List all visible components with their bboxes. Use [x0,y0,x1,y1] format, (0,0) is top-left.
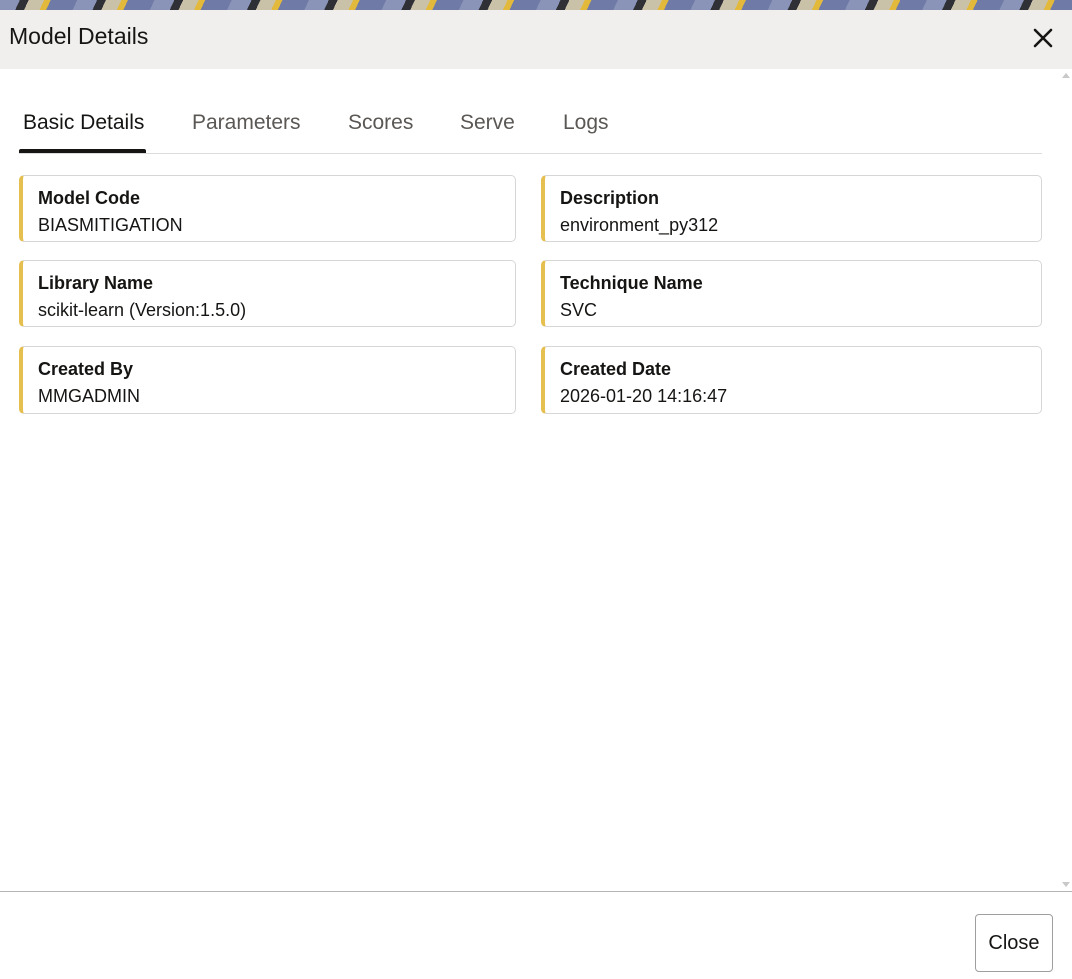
detail-card-library-name: Library Name scikit-learn (Version:1.5.0… [19,260,516,327]
tab-serve[interactable]: Serve [460,111,515,135]
dialog-title: Model Details [9,23,149,49]
detail-card-description: Description environment_py312 [541,175,1042,242]
close-button[interactable]: Close [975,914,1053,972]
footer-divider [0,891,1072,892]
scroll-up-arrow[interactable] [1062,73,1070,78]
detail-label: Model Code [38,188,140,208]
tab-basic-details[interactable]: Basic Details [23,111,144,135]
detail-card-created-date: Created Date 2026-01-20 14:16:47 [541,346,1042,414]
tab-logs[interactable]: Logs [563,111,609,135]
dialog-header: Model Details [0,10,1072,69]
detail-label: Library Name [38,273,154,293]
detail-value: MMGADMIN [38,386,140,406]
active-tab-indicator [19,149,146,153]
close-icon[interactable] [1030,25,1056,51]
detail-value: scikit-learn (Version:1.5.0) [38,300,247,320]
detail-card-created-by: Created By MMGADMIN [19,346,516,414]
detail-label: Created Date [560,359,672,379]
tab-bar: Basic Details Parameters Scores Serve Lo… [19,96,1042,154]
detail-value: BIASMITIGATION [38,215,183,235]
detail-value: environment_py312 [560,215,719,235]
detail-label: Created By [38,359,134,379]
detail-label: Technique Name [560,273,703,293]
detail-value: 2026-01-20 14:16:47 [560,386,728,406]
tab-scores[interactable]: Scores [348,111,413,135]
background-banner [0,0,1072,10]
detail-card-model-code: Model Code BIASMITIGATION [19,175,516,242]
scroll-down-arrow[interactable] [1062,882,1070,887]
detail-value: SVC [560,300,598,320]
tab-parameters[interactable]: Parameters [192,111,301,135]
detail-label: Description [560,188,660,208]
detail-card-technique-name: Technique Name SVC [541,260,1042,327]
